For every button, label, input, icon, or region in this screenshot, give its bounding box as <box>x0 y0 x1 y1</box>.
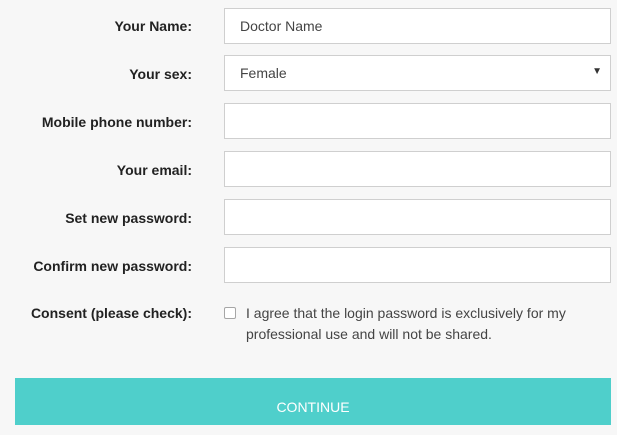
confirm-password-input[interactable] <box>224 247 611 283</box>
consent-text: I agree that the login password is exclu… <box>246 305 566 342</box>
consent-label: Consent (please check): <box>30 305 192 321</box>
name-input[interactable] <box>224 8 611 44</box>
name-label: Your Name: <box>114 18 192 34</box>
chevron-down-icon: ▼ <box>592 66 602 77</box>
continue-button[interactable]: CONTINUE <box>15 378 611 425</box>
new-password-input[interactable] <box>224 199 611 235</box>
email-label: Your email: <box>116 162 192 178</box>
mobile-input[interactable] <box>224 103 611 139</box>
sex-select-value: Female <box>240 65 287 81</box>
sex-select[interactable]: Female ▼ <box>224 55 611 91</box>
email-input[interactable] <box>224 151 611 187</box>
mobile-label: Mobile phone number: <box>41 114 192 130</box>
confirm-password-label: Confirm new password: <box>33 258 192 274</box>
sex-label: Your sex: <box>129 66 192 82</box>
new-password-label: Set new password: <box>65 210 192 226</box>
consent-checkbox[interactable] <box>224 307 236 319</box>
